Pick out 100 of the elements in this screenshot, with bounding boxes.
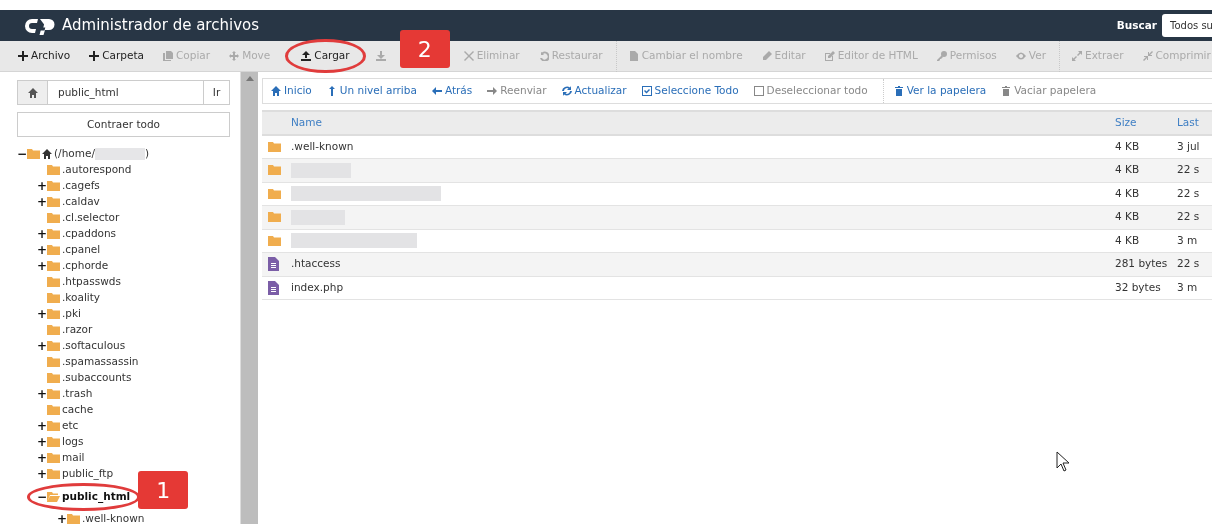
path-field[interactable]: public_html Ir bbox=[17, 80, 230, 105]
home-icon bbox=[271, 86, 281, 96]
tree-item[interactable]: public_ftp bbox=[62, 466, 114, 482]
folder-icon bbox=[47, 229, 60, 239]
file-name[interactable]: .well-known bbox=[291, 140, 354, 153]
expand-toggle[interactable]: + bbox=[37, 468, 47, 480]
folder-icon bbox=[47, 437, 60, 447]
toolbar-button[interactable]: Carpeta bbox=[83, 45, 151, 67]
column-header[interactable]: Size bbox=[1115, 116, 1137, 129]
folder-icon bbox=[27, 149, 40, 159]
file-icon bbox=[268, 280, 279, 295]
tree-item[interactable]: .pki bbox=[62, 306, 81, 322]
folder-icon bbox=[47, 197, 60, 207]
file-icon bbox=[628, 51, 639, 61]
file-size: 32 bytes bbox=[1115, 280, 1161, 293]
tree-item[interactable]: .subaccounts bbox=[62, 370, 132, 386]
nav-button[interactable]: Seleccione Todo bbox=[641, 83, 739, 99]
expand-toggle[interactable]: + bbox=[37, 452, 47, 464]
expand-toggle[interactable]: + bbox=[37, 196, 47, 208]
folder-icon bbox=[47, 293, 60, 303]
home-icon bbox=[27, 87, 38, 98]
step-number-badge: 1 bbox=[138, 471, 189, 509]
folder-icon bbox=[47, 325, 60, 335]
column-header[interactable]: Name bbox=[291, 116, 322, 129]
search-scope-select[interactable]: Todos su bbox=[1162, 14, 1212, 37]
scroll-up-icon[interactable] bbox=[245, 76, 254, 81]
nav-button[interactable]: Atrás bbox=[431, 83, 473, 99]
home-button[interactable] bbox=[18, 81, 48, 104]
expand-toggle[interactable]: + bbox=[37, 180, 47, 192]
folder-icon bbox=[47, 453, 60, 463]
tree-item[interactable]: .caldav bbox=[62, 194, 100, 210]
app-title: Administrador de archivos bbox=[62, 15, 259, 37]
tree-item[interactable]: mail bbox=[62, 450, 85, 466]
scrollbar[interactable] bbox=[240, 72, 258, 524]
tree-item[interactable]: .razor bbox=[62, 322, 93, 338]
tree-item[interactable]: .well-known bbox=[82, 511, 145, 525]
cursor-icon bbox=[1056, 451, 1070, 472]
tree-item[interactable]: .cphorde bbox=[62, 258, 109, 274]
collapse-all-button[interactable]: Contraer todo bbox=[17, 112, 230, 137]
expand-toggle[interactable]: + bbox=[37, 260, 47, 272]
expand-toggle[interactable]: + bbox=[37, 388, 47, 400]
expand-toggle[interactable]: + bbox=[37, 244, 47, 256]
toolbar-button[interactable]: Cargar bbox=[295, 45, 356, 67]
expand-toggle[interactable]: + bbox=[37, 436, 47, 448]
tree-item[interactable]: logs bbox=[62, 434, 84, 450]
tree-item[interactable]: cache bbox=[62, 402, 94, 418]
step-number-badge: 2 bbox=[399, 30, 450, 68]
folder-icon bbox=[47, 421, 60, 431]
tree-item[interactable]: .cagefs bbox=[62, 178, 100, 194]
compress-icon bbox=[1142, 51, 1153, 61]
checkbox-icon bbox=[753, 86, 764, 96]
tree-item[interactable]: .spamassassin bbox=[62, 354, 139, 370]
arrow-right-icon bbox=[487, 86, 498, 96]
tree-item[interactable]: etc bbox=[62, 418, 79, 434]
expand-toggle[interactable]: + bbox=[37, 420, 47, 432]
search-label: Buscar bbox=[1116, 17, 1157, 33]
tree-item[interactable]: (/home/ ) bbox=[54, 146, 150, 162]
tree-item[interactable]: .softaculous bbox=[62, 338, 126, 354]
file-name[interactable]: .htaccess bbox=[291, 257, 341, 270]
expand-toggle[interactable]: − bbox=[17, 148, 27, 160]
expand-toggle[interactable]: + bbox=[57, 513, 67, 525]
modified-date: 22 s bbox=[1177, 210, 1200, 223]
folder-icon bbox=[268, 142, 281, 153]
nav-button[interactable]: Inicio bbox=[271, 83, 312, 99]
folder-icon bbox=[47, 341, 60, 351]
expand-toggle[interactable]: + bbox=[37, 340, 47, 352]
file-size: 4 KB bbox=[1115, 163, 1140, 176]
file-icon bbox=[268, 257, 279, 272]
file-size: 4 KB bbox=[1115, 186, 1140, 199]
tree-item[interactable]: .trash bbox=[62, 386, 93, 402]
nav-button[interactable]: Ver la papelera bbox=[893, 83, 987, 99]
folder-icon bbox=[47, 309, 60, 319]
folder-icon bbox=[47, 373, 60, 383]
folder-icon bbox=[47, 181, 60, 191]
folder-icon bbox=[47, 469, 60, 479]
tree-item[interactable]: .cpaddons bbox=[62, 226, 117, 242]
toolbar-button[interactable]: Archivo bbox=[12, 45, 77, 67]
tree-item[interactable]: .koality bbox=[62, 290, 101, 306]
folder-icon bbox=[47, 245, 60, 255]
file-size: 4 KB bbox=[1115, 210, 1140, 223]
nav-button[interactable]: Un nivel arriba bbox=[326, 83, 417, 99]
modified-date: 3 jul bbox=[1177, 140, 1200, 153]
file-name[interactable]: index.php bbox=[291, 280, 344, 293]
folder-icon bbox=[47, 357, 60, 367]
folder-icon bbox=[47, 405, 60, 415]
tree-item[interactable]: .htpasswds bbox=[62, 274, 121, 290]
expand-toggle[interactable]: + bbox=[37, 308, 47, 320]
expand-toggle[interactable]: + bbox=[37, 228, 47, 240]
file-size: 4 KB bbox=[1115, 140, 1140, 153]
tree-item[interactable]: .cpanel bbox=[62, 242, 101, 258]
upload-icon bbox=[301, 51, 312, 61]
eye-icon bbox=[1015, 51, 1026, 61]
nav-button[interactable]: Actualizar bbox=[561, 83, 627, 99]
modified-date: 3 m bbox=[1177, 280, 1198, 293]
tree-item[interactable]: .autorespond bbox=[62, 162, 132, 178]
tree-item[interactable]: .cl.selector bbox=[62, 210, 120, 226]
folder-icon bbox=[47, 389, 60, 399]
expand-toggle[interactable]: − bbox=[37, 491, 47, 503]
tree-item[interactable]: public_html bbox=[62, 489, 131, 505]
modified-date: 22 s bbox=[1177, 163, 1200, 176]
